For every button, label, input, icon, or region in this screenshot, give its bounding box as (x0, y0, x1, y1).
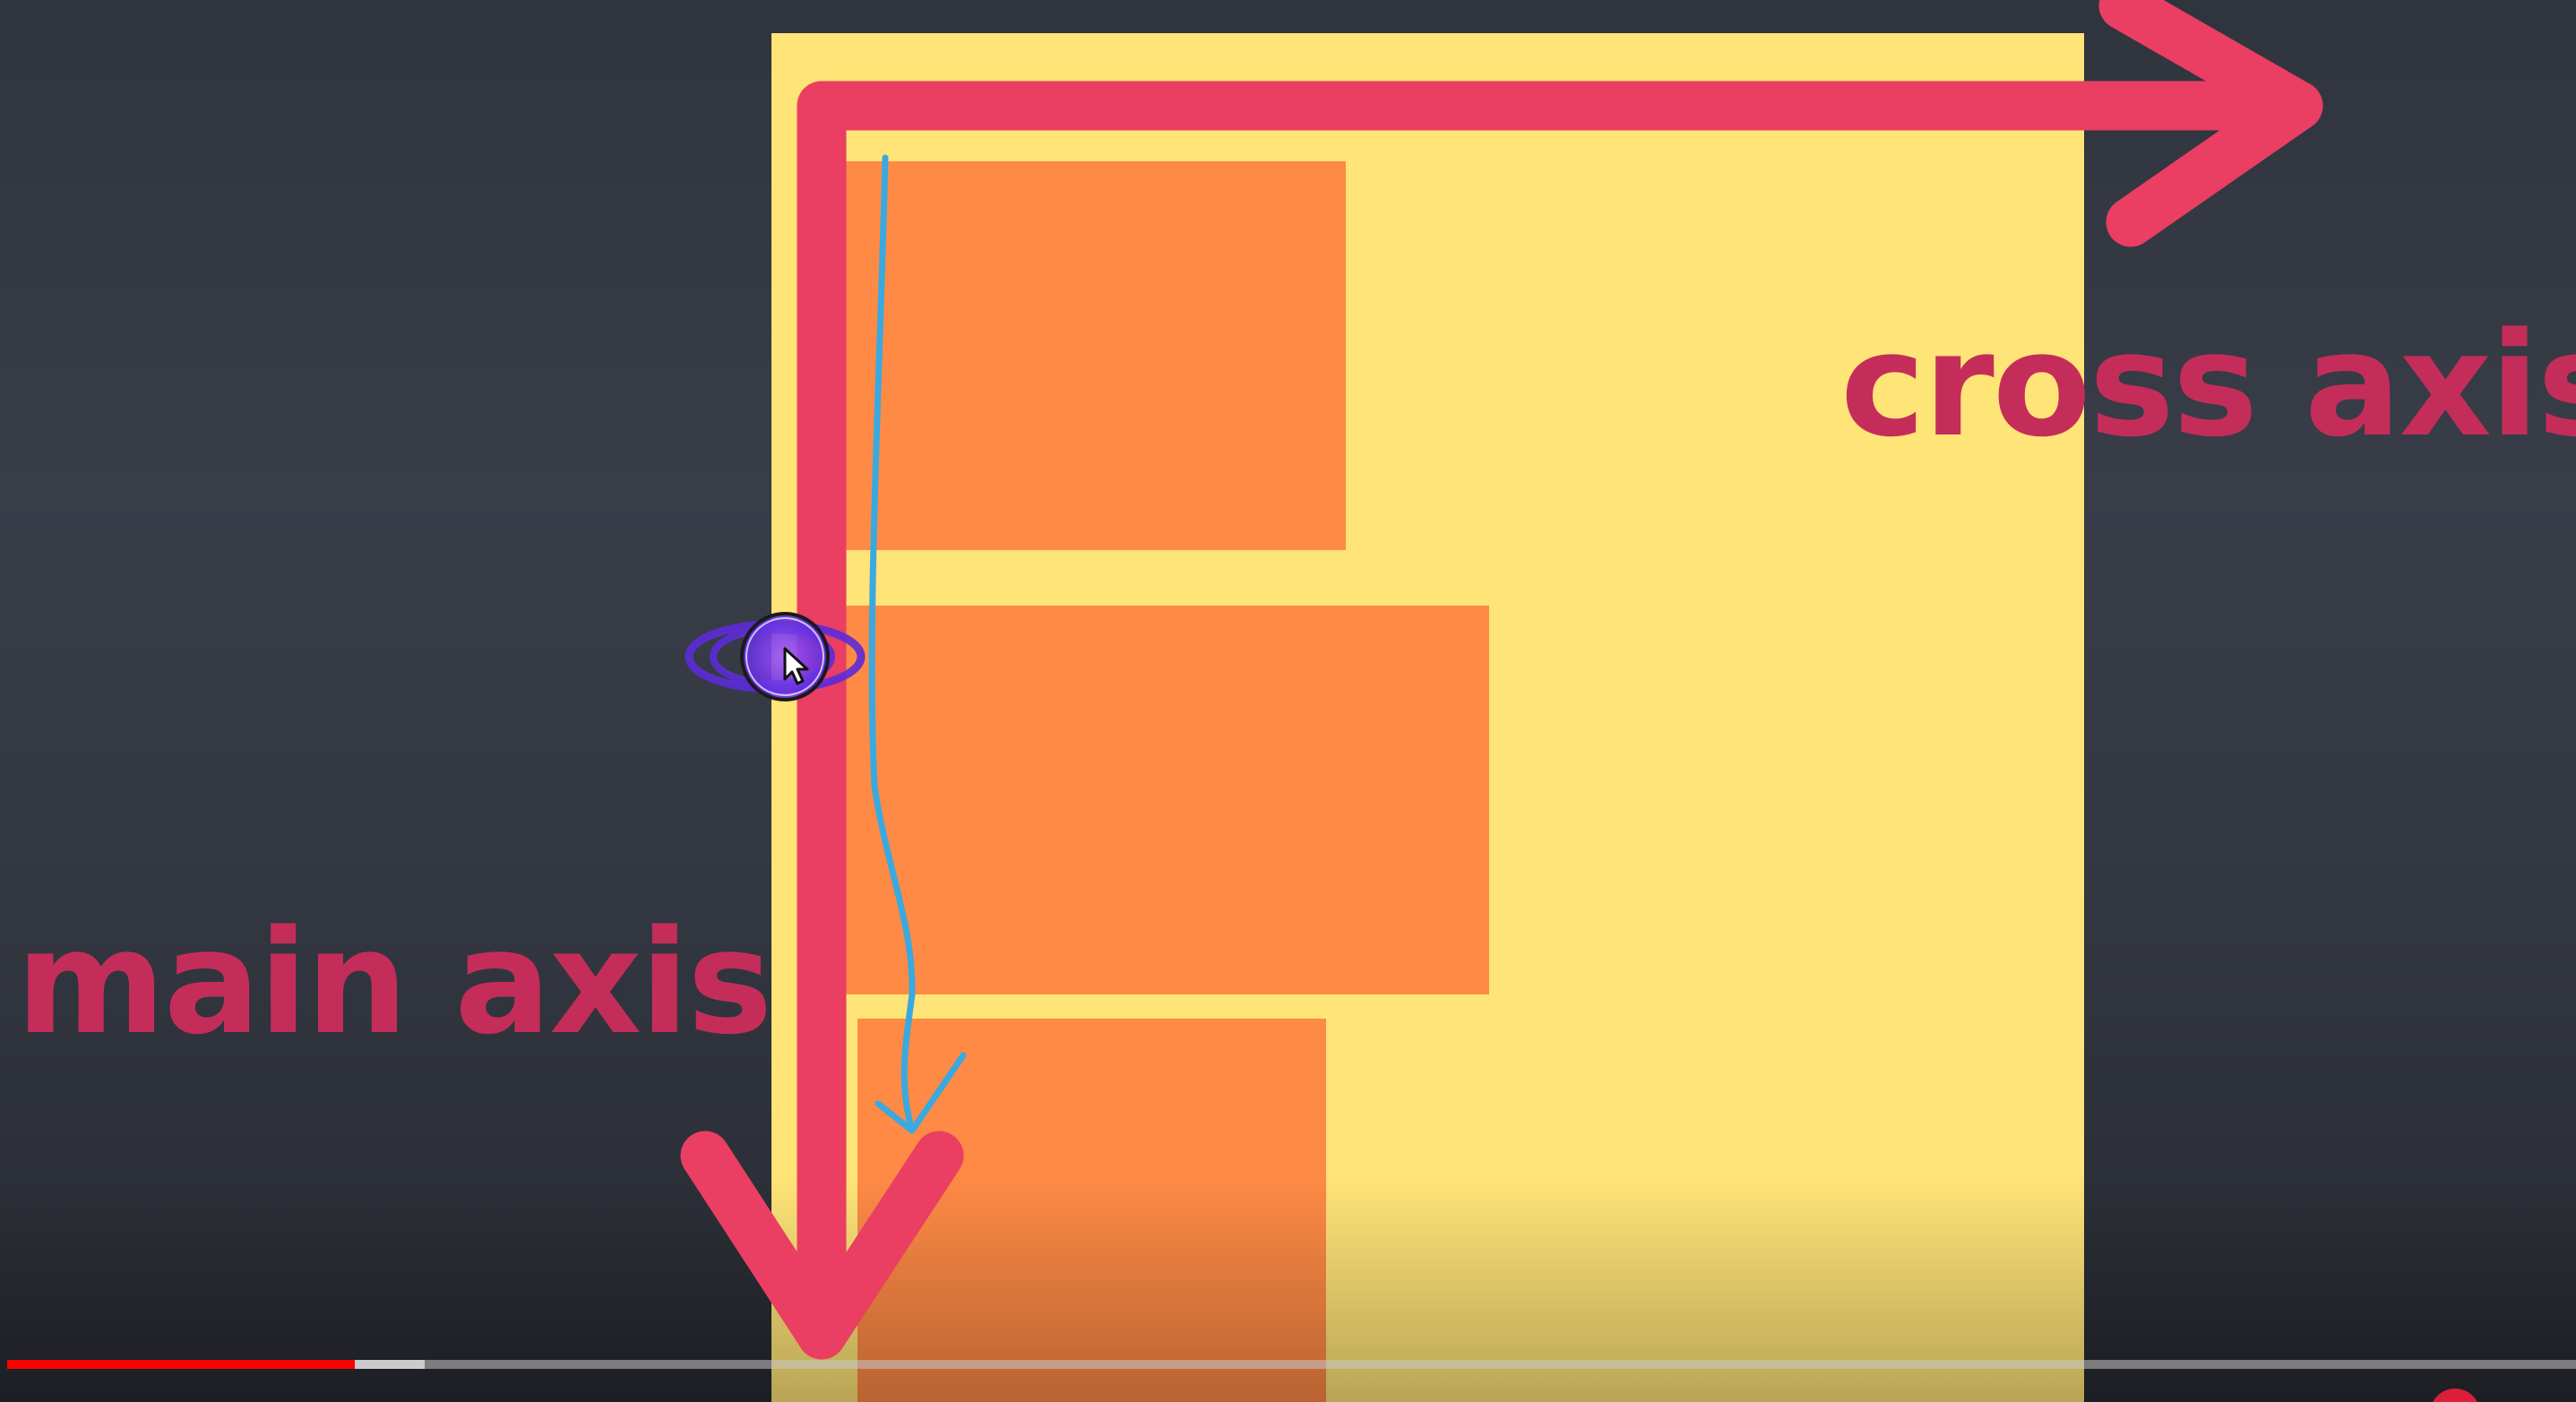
cross-axis-label: cross axis (1840, 301, 2576, 469)
video-frame[interactable]: cross axis main axis (0, 0, 2576, 1402)
progress-played (7, 1360, 356, 1369)
main-axis-label: main axis (16, 899, 771, 1066)
flexbox-axis-diagram: cross axis main axis (0, 0, 2576, 1402)
video-progress-bar[interactable] (7, 1360, 2576, 1369)
flex-item-1 (842, 161, 1346, 550)
